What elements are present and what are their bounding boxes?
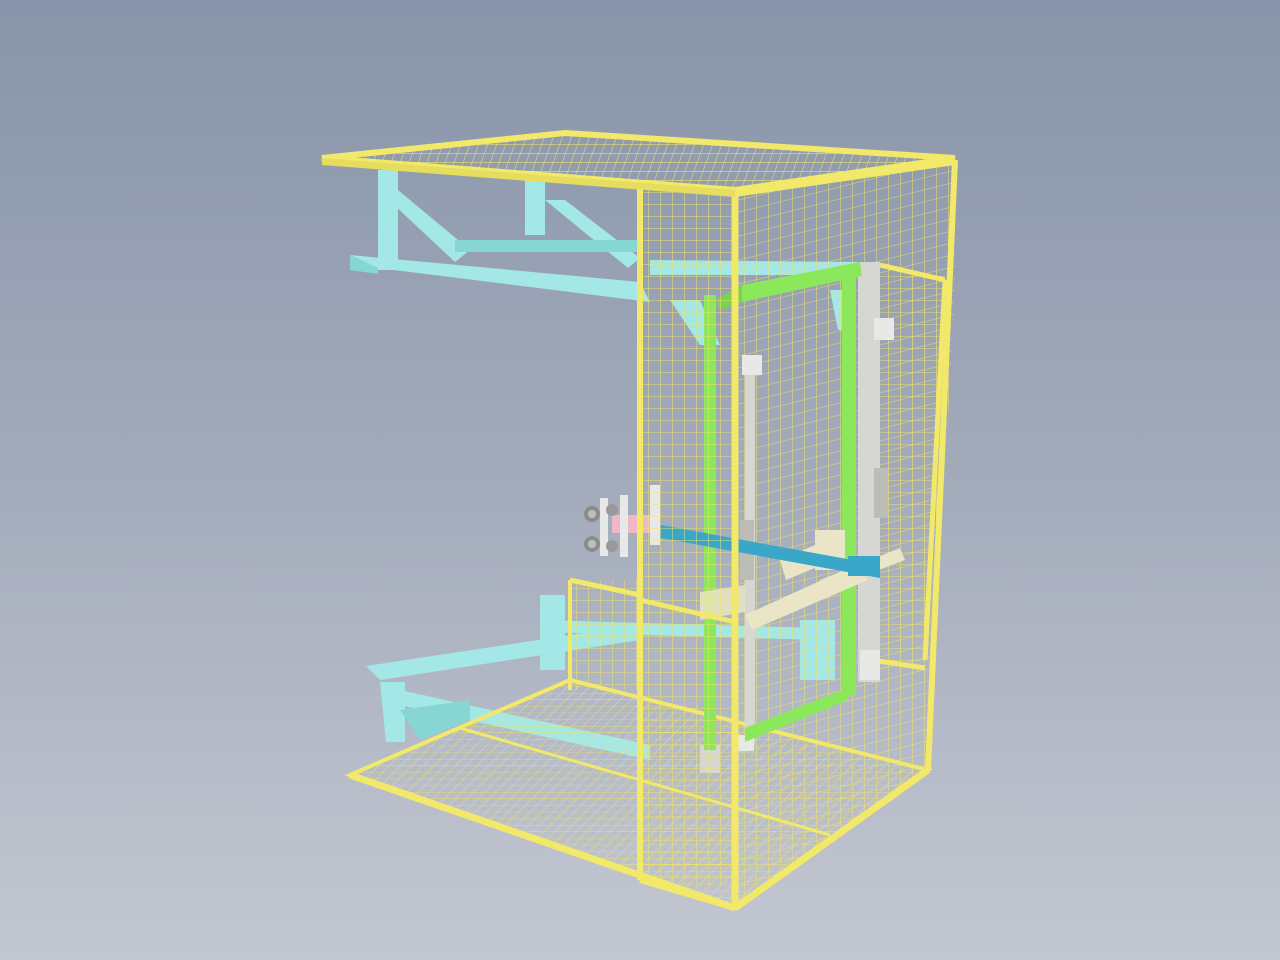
- cad-viewport[interactable]: [0, 0, 1280, 960]
- cad-model-render[interactable]: [0, 0, 1280, 960]
